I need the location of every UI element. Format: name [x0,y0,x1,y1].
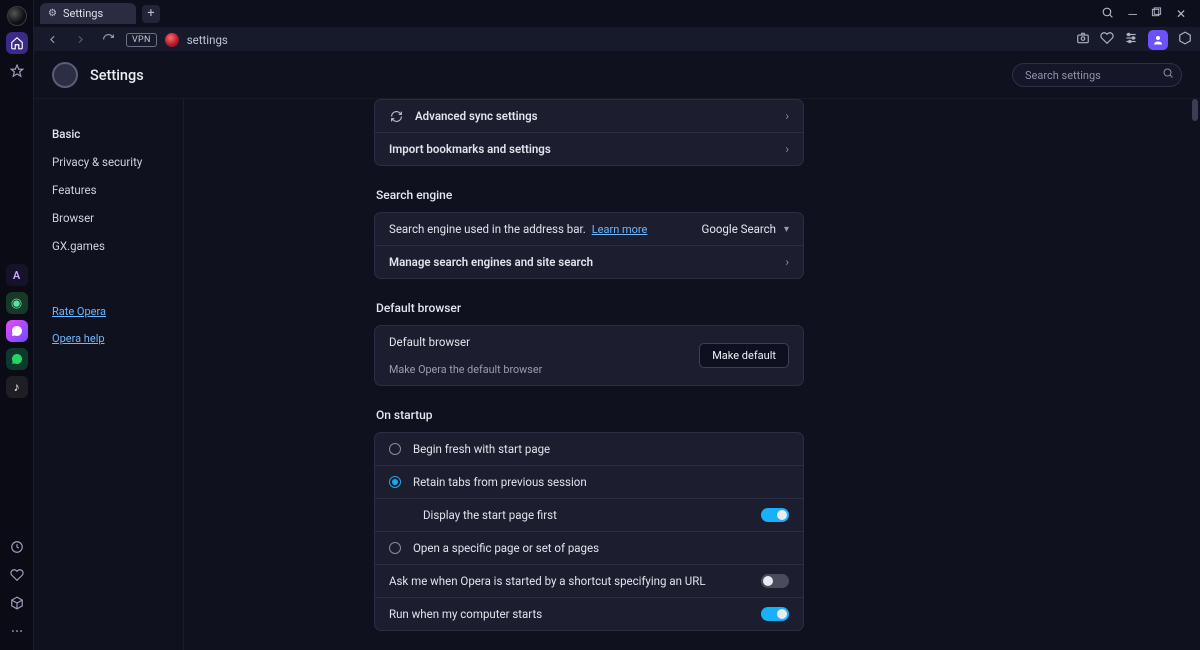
nav-reload-button[interactable] [98,30,118,50]
window-maximize-icon[interactable] [1151,7,1162,21]
settings-content[interactable]: Advanced sync settings › Import bookmark… [184,99,1200,650]
nav-back-button[interactable] [42,30,62,50]
default-browser-row: Default browser Make Opera the default b… [375,326,803,385]
history-icon[interactable] [6,536,28,558]
opera-settings-logo-icon [52,62,78,88]
nav-privacy[interactable]: Privacy & security [52,155,165,169]
extensions-icon[interactable] [1178,31,1192,49]
radio-unchecked-icon [389,443,401,455]
snapshot-icon[interactable] [1076,31,1090,49]
startup-option-specific[interactable]: Open a specific page or set of pages [375,531,803,564]
nav-basic[interactable]: Basic [52,127,165,141]
opera-help-link[interactable]: Opera help [52,332,165,345]
default-browser-row-title: Default browser [389,335,470,349]
address-opera-icon [165,33,179,47]
cube-icon[interactable] [6,592,28,614]
sidebar-app-aria-icon[interactable]: A [6,264,28,286]
chevron-right-icon: › [785,142,789,156]
more-icon[interactable] [6,620,28,642]
nav-features[interactable]: Features [52,183,165,197]
rate-opera-link[interactable]: Rate Opera [52,305,165,318]
sync-panel: Advanced sync settings › Import bookmark… [374,99,804,166]
home-icon[interactable] [6,32,28,54]
toolbar-search-icon[interactable] [1101,6,1114,22]
display-start-page-row: Display the start page first [375,498,803,531]
default-browser-row-sub: Make Opera the default browser [389,363,542,376]
search-engine-panel: Search engine used in the address bar. L… [374,212,804,279]
default-browser-panel: Default browser Make Opera the default b… [374,325,804,386]
tab-settings[interactable]: ⚙ Settings [40,3,136,24]
advanced-sync-label: Advanced sync settings [415,109,538,123]
on-startup-panel: Begin fresh with start page Retain tabs … [374,432,804,631]
radio-unchecked-icon [389,542,401,554]
ask-shortcut-label: Ask me when Opera is started by a shortc… [389,574,706,588]
import-bookmarks-row[interactable]: Import bookmarks and settings › [375,132,803,165]
startup-option-fresh[interactable]: Begin fresh with start page [375,433,803,465]
search-engine-row: Search engine used in the address bar. L… [375,213,803,245]
chevron-right-icon: › [785,255,789,269]
window-close-icon[interactable]: ✕ [1176,7,1186,21]
search-engine-title: Search engine [376,188,804,202]
vpn-badge[interactable]: VPN [126,33,157,47]
address-toolbar: VPN settings [34,27,1200,52]
manage-engines-row[interactable]: Manage search engines and site search › [375,245,803,278]
settings-search-input[interactable] [1012,63,1182,87]
search-engine-label: Search engine used in the address bar. [389,222,586,236]
on-startup-title: On startup [376,408,804,422]
caret-down-icon: ▾ [784,224,789,235]
window-minimize-icon[interactable]: ─ [1128,7,1137,21]
activity-bar: A ◉ ♪ [0,0,34,650]
sync-icon [389,110,403,123]
run-on-boot-label: Run when my computer starts [389,607,542,621]
nav-browser[interactable]: Browser [52,211,165,225]
advanced-sync-row[interactable]: Advanced sync settings › [375,100,803,132]
sidebar-app-green-icon[interactable]: ◉ [6,292,28,314]
scrollbar-track [1188,99,1200,650]
page-header: Settings [34,52,1200,99]
chevron-right-icon: › [785,109,789,123]
make-default-button[interactable]: Make default [699,343,789,368]
display-start-page-label: Display the start page first [423,508,557,522]
radio-checked-icon [389,476,401,488]
startup-option-retain[interactable]: Retain tabs from previous session [375,465,803,498]
star-outline-icon[interactable] [6,60,28,82]
startup-opt-2-label: Open a specific page or set of pages [413,541,599,555]
nav-gxgames[interactable]: GX.games [52,239,165,253]
manage-engines-label: Manage search engines and site search [389,255,593,269]
search-engine-select[interactable]: Google Search ▾ [701,222,789,236]
heart-icon[interactable] [6,564,28,586]
heart-outline-icon[interactable] [1100,31,1114,49]
settings-page: Settings Basic Privacy & security Featur… [34,52,1200,650]
startup-opt-0-label: Begin fresh with start page [413,442,550,456]
scrollbar-thumb[interactable] [1192,99,1198,121]
page-title: Settings [90,67,144,84]
display-start-page-toggle[interactable] [761,508,789,522]
profile-avatar-icon[interactable] [1148,30,1168,50]
address-url[interactable]: settings [187,33,228,47]
tab-strip: ⚙ Settings + ─ ✕ [34,0,1200,27]
opera-logo-icon[interactable] [7,6,27,26]
settings-nav: Basic Privacy & security Features Browse… [34,99,184,650]
gear-icon: ⚙ [48,8,57,19]
sidebar-tiktok-icon[interactable]: ♪ [6,376,28,398]
nav-forward-button[interactable] [70,30,90,50]
sidebar-whatsapp-icon[interactable] [6,348,28,370]
default-browser-title: Default browser [376,301,804,315]
search-engine-value: Google Search [701,222,775,236]
ask-shortcut-row: Ask me when Opera is started by a shortc… [375,564,803,597]
run-on-boot-row: Run when my computer starts [375,597,803,630]
new-tab-button[interactable]: + [142,5,160,23]
ask-shortcut-toggle[interactable] [761,574,789,588]
sidebar-messenger-icon[interactable] [6,320,28,342]
search-icon [1162,67,1174,82]
tab-label: Settings [63,7,103,20]
startup-opt-1-label: Retain tabs from previous session [413,475,587,489]
import-bookmarks-label: Import bookmarks and settings [389,142,551,156]
learn-more-link[interactable]: Learn more [592,223,648,236]
run-on-boot-toggle[interactable] [761,607,789,621]
easy-setup-icon[interactable] [1124,31,1138,49]
